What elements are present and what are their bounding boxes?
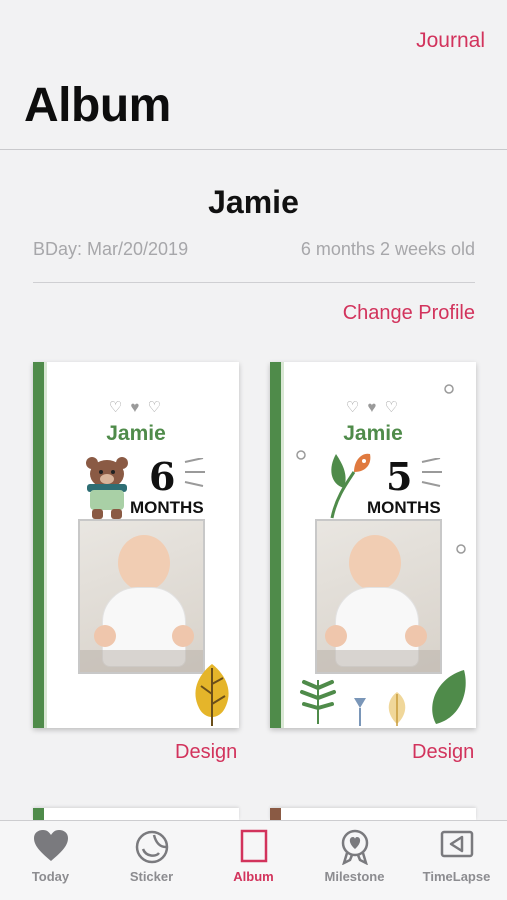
tab-label: Sticker	[129, 869, 174, 884]
month-word: MONTHS	[130, 498, 204, 517]
tab-milestone[interactable]: Milestone	[304, 821, 405, 900]
tab-bar: Today Sticker Album Milestone TimeLapse	[0, 820, 507, 900]
tab-album[interactable]: Album	[203, 821, 304, 900]
month-number: 5	[386, 454, 413, 499]
small-leaf-icon	[388, 692, 406, 726]
hearts-icon: ♡ ♥ ♡	[345, 399, 401, 416]
design-link[interactable]: Design	[175, 741, 237, 764]
tab-today[interactable]: Today	[0, 821, 101, 900]
sparkle-rays-icon	[421, 458, 442, 487]
tab-sticker[interactable]: Sticker	[101, 821, 202, 900]
age-text: 6 months 2 weeks old	[300, 239, 475, 259]
album-spine	[33, 362, 47, 728]
baby-photo	[315, 519, 442, 674]
sparkle-rays-icon	[184, 458, 205, 487]
album-icon	[240, 829, 267, 863]
change-profile-link[interactable]: Change Profile	[343, 302, 475, 325]
sticker-icon	[135, 830, 168, 864]
month-word: MONTHS	[367, 498, 441, 517]
milestone-icon	[341, 829, 368, 865]
leaf-icon	[195, 664, 229, 726]
album-cover-name: Jamie	[343, 422, 403, 445]
timelapse-icon	[440, 830, 473, 858]
bear-icon	[86, 457, 128, 519]
album-cover-name: Jamie	[106, 422, 166, 445]
album-cover-5-months[interactable]: ♡ ♥ ♡ Jamie 5 MONTHS	[270, 362, 476, 728]
bud-icon	[354, 698, 366, 726]
heart-icon	[33, 830, 68, 861]
tab-label: TimeLapse	[422, 869, 491, 884]
dot-decoration-icon	[296, 450, 306, 460]
divider	[33, 282, 475, 283]
album-cover-peek[interactable]	[270, 808, 476, 820]
album-cover-6-months[interactable]: ♡ ♥ ♡ Jamie 6 MONTHS	[33, 362, 239, 728]
tab-timelapse[interactable]: TimeLapse	[406, 821, 507, 900]
tab-label: Today	[31, 869, 70, 884]
tab-label: Album	[233, 869, 274, 884]
baby-photo	[78, 519, 205, 674]
fern-icon	[300, 680, 336, 724]
tab-label: Milestone	[324, 869, 385, 884]
big-leaf-icon	[432, 670, 466, 724]
page-title: Album	[24, 79, 171, 132]
dot-decoration-icon	[444, 384, 454, 394]
design-link[interactable]: Design	[412, 741, 474, 764]
month-number: 6	[149, 454, 176, 499]
hearts-icon: ♡ ♥ ♡	[108, 399, 164, 416]
album-cover-peek[interactable]	[33, 808, 239, 820]
navigation-header: Journal Album	[0, 0, 507, 150]
profile-name: Jamie	[208, 184, 299, 220]
journal-link[interactable]: Journal	[416, 29, 485, 53]
album-spine	[270, 362, 284, 728]
birthday-text: BDay: Mar/20/2019	[33, 239, 189, 259]
dot-decoration-icon	[456, 544, 466, 554]
